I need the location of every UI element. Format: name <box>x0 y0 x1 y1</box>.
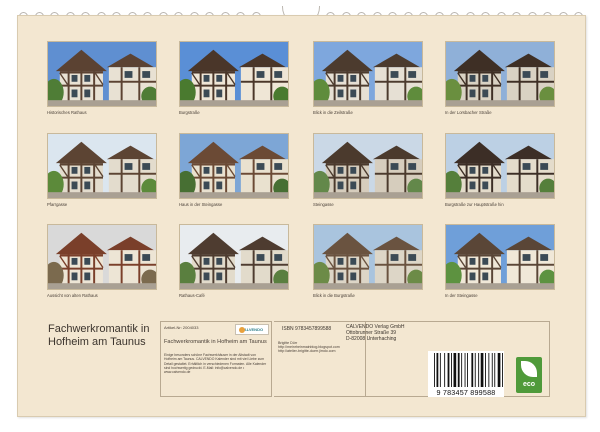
product-description: Einige besonders schöne Fachwerkhäuser i… <box>164 353 267 375</box>
calendar-photo <box>313 133 423 199</box>
isbn-label: ISBN 9783457899588 <box>282 326 332 332</box>
photo-caption: Burgstraße <box>179 110 200 115</box>
calendar-photo <box>47 41 157 107</box>
barcode-bar <box>491 353 493 387</box>
photo-caption: Blick in die Zeilstraße <box>313 110 353 115</box>
barcode-bar <box>447 353 450 387</box>
barcode-bar <box>457 353 460 387</box>
product-info-panel: Artikel-Nr: 2004033 CALVENDO Fachwerkrom… <box>160 321 272 397</box>
calendar-photo <box>179 133 289 199</box>
half-timbered-house-photo <box>180 225 288 289</box>
calendar-photo <box>47 133 157 199</box>
barcode-bar <box>453 353 457 387</box>
calendar-photo <box>445 224 555 290</box>
eco-badge: eco <box>516 357 542 393</box>
calendar-photo <box>313 224 423 290</box>
author-links: Brigitte Dürr http://meinrheinmainblog.b… <box>278 341 340 354</box>
photo-caption: Haus in der Steingasse <box>179 202 223 207</box>
calvendo-logo-icon <box>239 327 245 333</box>
barcode-bar <box>474 353 476 387</box>
photo-caption: Historisches Rathaus <box>47 110 87 115</box>
leaf-icon <box>521 361 537 377</box>
barcode-bar <box>485 353 486 387</box>
barcode-bar <box>480 353 484 387</box>
calvendo-logo: CALVENDO <box>235 324 269 335</box>
half-timbered-house-photo <box>180 134 288 198</box>
photo-caption: Pfarrgasse <box>47 202 68 207</box>
barcode-bar <box>439 353 441 387</box>
barcode-bar <box>478 353 480 387</box>
half-timbered-house-photo <box>314 225 422 289</box>
calendar-photo <box>47 224 157 290</box>
barcode-bar <box>451 353 452 387</box>
calendar-photo <box>179 41 289 107</box>
photo-caption: Blick in die Burgstraße <box>313 293 355 298</box>
calendar-photo <box>179 224 289 290</box>
calendar-photo <box>445 133 555 199</box>
barcode-bar <box>471 353 474 387</box>
barcode-bar <box>436 353 439 387</box>
barcode-bar <box>467 353 468 387</box>
barcode-bar <box>434 353 435 387</box>
calendar-photo <box>445 41 555 107</box>
half-timbered-house-photo <box>314 134 422 198</box>
publisher-address: CALVENDO Verlag GmbH Ottobrunner Straße … <box>346 324 405 342</box>
half-timbered-house-photo <box>48 134 156 198</box>
half-timbered-house-photo <box>180 42 288 106</box>
half-timbered-house-photo <box>446 134 554 198</box>
barcode-bar <box>494 353 496 387</box>
half-timbered-house-photo <box>314 42 422 106</box>
barcode-bar <box>502 353 503 387</box>
barcode-bar <box>444 353 446 387</box>
half-timbered-house-photo <box>446 225 554 289</box>
barcode-bar <box>464 353 466 387</box>
photo-caption: Burgstraße zur Hauptstraße hin <box>445 202 504 207</box>
photo-caption: Steingasse <box>313 202 334 207</box>
half-timbered-house-photo <box>446 42 554 106</box>
barcode-bar <box>488 353 490 387</box>
photo-caption: In der Lorsbacher Straße <box>445 110 492 115</box>
calendar-title: Fachwerkromantik in Hofheim am Taunus <box>48 323 150 348</box>
article-number: Artikel-Nr: 2004033 <box>164 325 199 330</box>
photo-caption: Rathaus-Café <box>179 293 205 298</box>
barcode-number: 9 783457 899588 <box>428 388 504 397</box>
calendar-photo <box>313 41 423 107</box>
half-timbered-house-photo <box>48 225 156 289</box>
eco-label: eco <box>522 381 536 388</box>
barcode-bar <box>461 353 463 387</box>
barcode-bar <box>497 353 501 387</box>
half-timbered-house-photo <box>48 42 156 106</box>
photo-caption: Aussicht von alten Rathaus <box>47 293 98 298</box>
product-subtitle: Fachwerkromantik in Hofheim am Taunus <box>164 339 267 345</box>
photo-caption: In der Steingasse <box>445 293 478 298</box>
